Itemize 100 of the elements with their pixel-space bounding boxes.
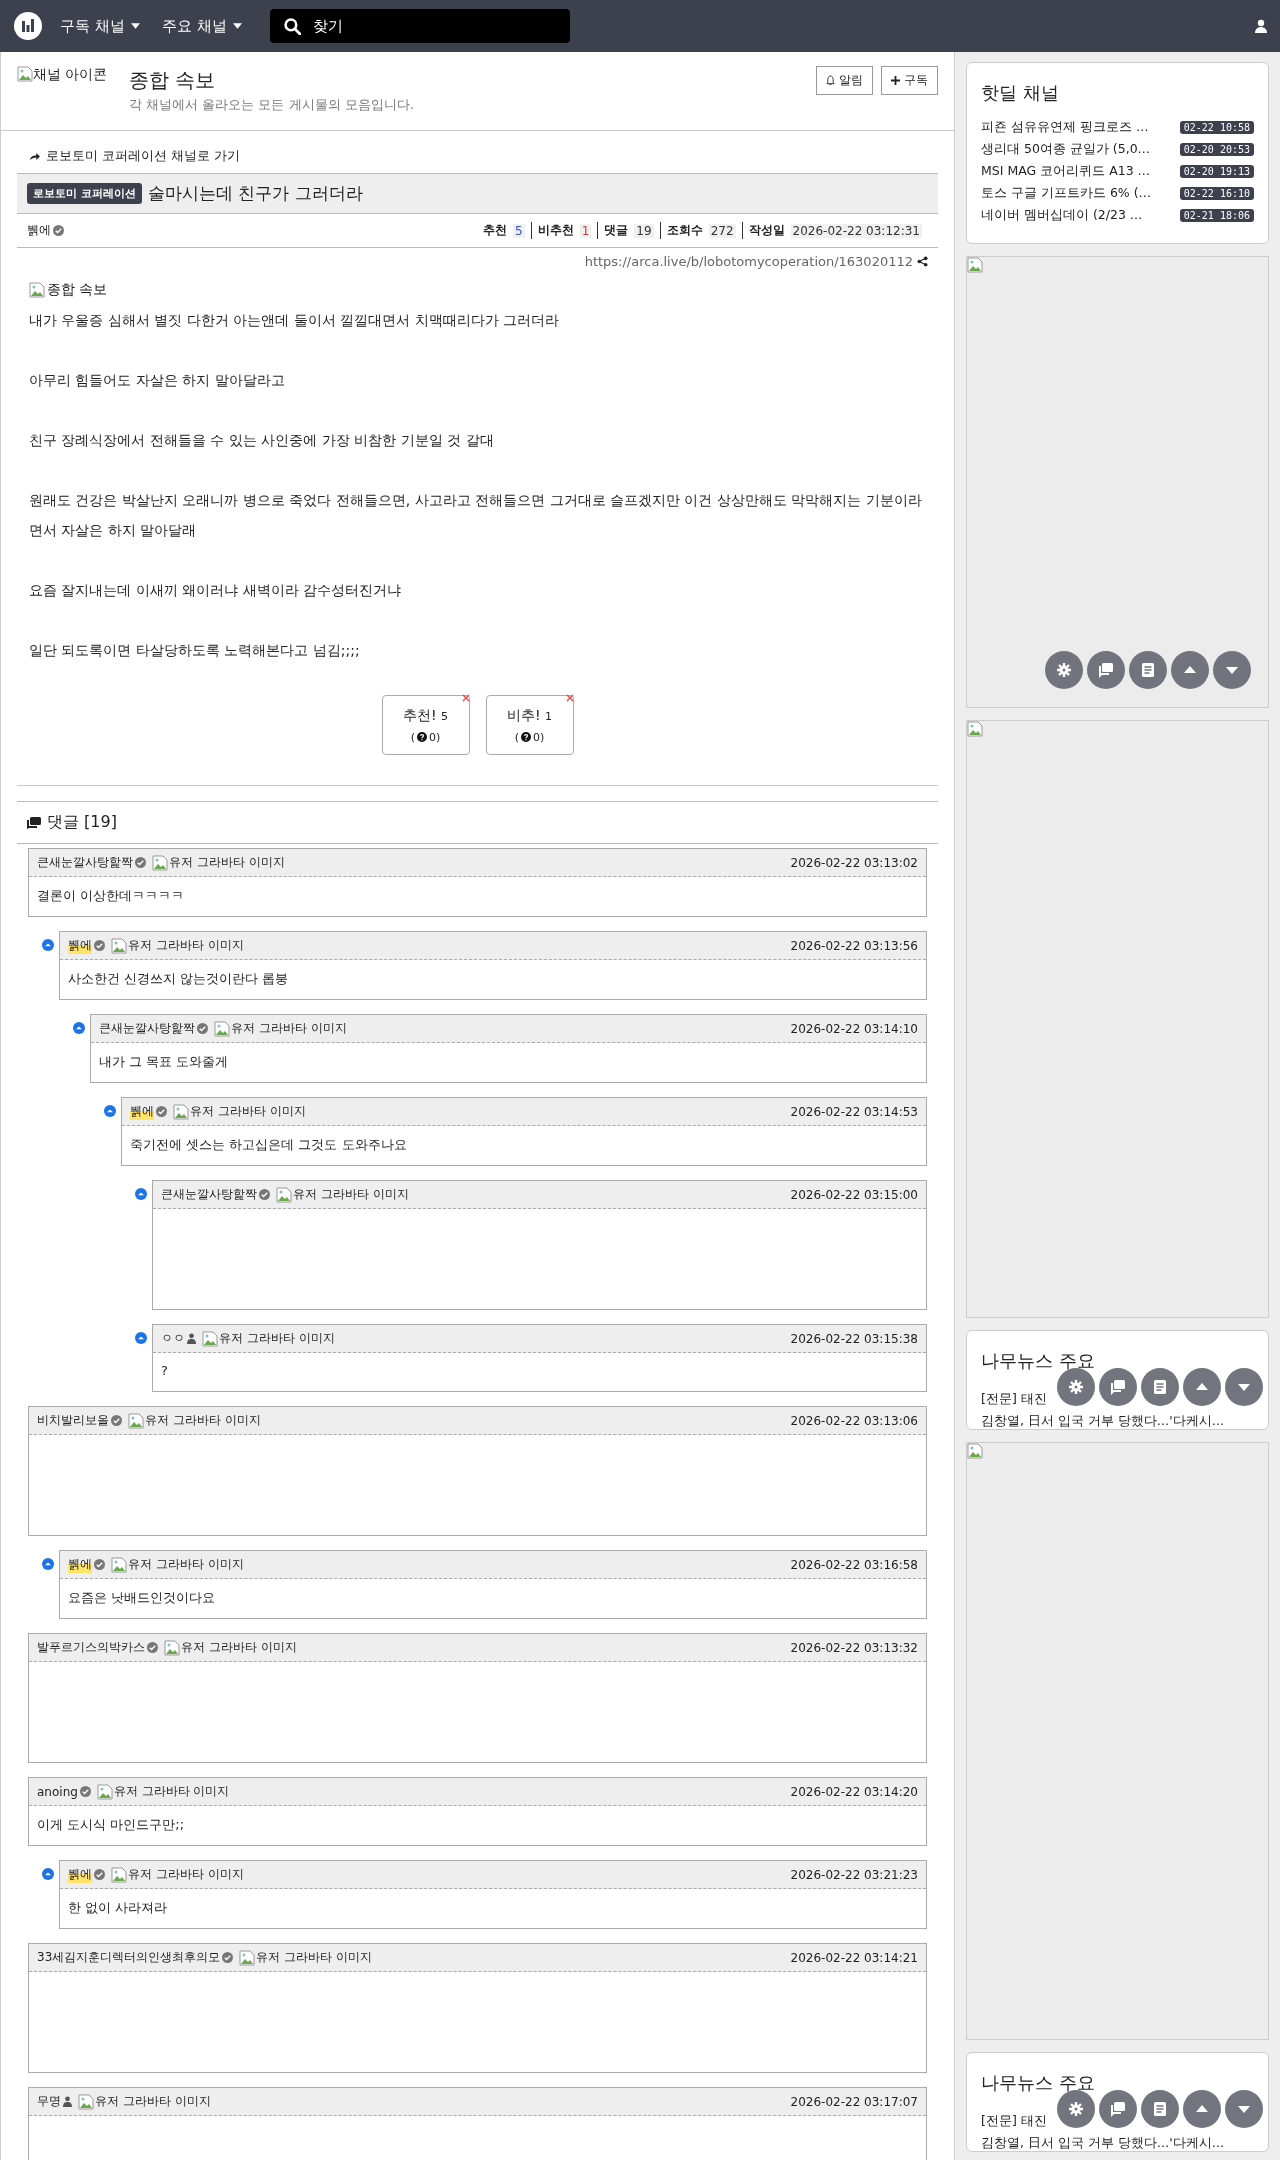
comment-author[interactable]: anoing [37,1784,78,1799]
broken-image-icon [111,1556,127,1573]
vote-button[interactable]: 추천! 5 ( 0) [381,695,470,755]
broken-image-icon [128,1412,144,1429]
deal-time-badge: 02-20 20:53 [1179,143,1254,156]
avatar-alt-text: 유저 그라바타 이미지 [190,1103,306,1120]
post-title: 술마시는데 친구가 그러더라 [147,182,363,205]
comment-time: 2026-02-22 03:13:56 [790,938,918,953]
comment-author[interactable]: 비치발리보올 [37,1412,109,1429]
avatar-alt-text: 유저 그라바타 이미지 [128,1556,244,1573]
deal-link[interactable]: 피죤 섬유유연제 핑크로즈 … [981,119,1149,136]
chat-button[interactable] [1087,651,1125,689]
scroll-down-button[interactable] [1225,1368,1263,1406]
scroll-up-button[interactable] [1171,651,1209,689]
avatar-alt-text: 유저 그라바타 이미지 [95,2093,211,2110]
list-icon [1152,2101,1168,2117]
bell-icon [826,75,835,86]
broken-image-icon [276,1186,292,1203]
channel-title: 종합 속보 [129,67,217,94]
channel-back-link[interactable]: 로보토미 코퍼레이션 채널로 가기 [17,143,938,173]
deal-link[interactable]: 토스 구글 기프트카드 6% (… [981,185,1152,202]
post-url-link[interactable]: https://arca.live/b/lobotomycoperation/163020112 [584,254,913,269]
collapse-icon[interactable] [42,939,54,951]
news-link[interactable]: 김창열, 日서 입국 거부 당했다…'다케시… [981,2134,1225,2151]
close-icon[interactable] [461,694,470,702]
settings-button[interactable] [1057,2090,1095,2128]
news-link[interactable]: 김창열, 日서 입국 거부 당했다…'다케시… [981,1412,1225,1429]
nav-menu-button[interactable]: 구독 채널 [56,16,144,36]
settings-icon [1068,2101,1084,2117]
settings-button[interactable] [1057,1368,1095,1406]
comment-author[interactable]: 큰새눈깔사탕핥짝 [99,1020,195,1037]
search-field[interactable]: 찾기 [312,11,556,41]
broken-image-icon [78,2093,94,2110]
avatar-alt-text: 유저 그라바타 이미지 [293,1186,409,1203]
collapse-icon[interactable] [104,1105,116,1117]
comment-text: 사소한건 신경쓰지 않는것이란다 롭붕 [67,970,290,988]
post-author[interactable]: 뷁에 [27,222,51,239]
comment-text: ? [160,1362,169,1380]
stat-label: 비추천 [537,222,574,239]
comment-time: 2026-02-22 03:17:07 [790,2094,918,2109]
card-title: 핫딜 채널 [981,81,1060,105]
deal-link[interactable]: 네이버 멤버십데이 (2/23 … [981,207,1143,224]
list-icon [1152,1379,1168,1395]
comment-author[interactable]: 무명 [37,2093,61,2110]
settings-button[interactable] [1045,651,1083,689]
search-box[interactable]: 찾기 [269,9,570,43]
comment-time: 2026-02-22 03:13:02 [790,855,918,870]
comment-author[interactable]: 발푸르기스의박카스 [37,1639,145,1656]
scroll-up-button[interactable] [1183,2090,1221,2128]
post-paragraph: 내가 우울증 심해서 별짓 다한거 아는앤데 둘이서 낄낄대면서 치맥때리다가 그러더라 [29,311,561,330]
list-button[interactable] [1141,1368,1179,1406]
news-link[interactable]: [전문] 태진 [981,2112,1047,2129]
comment-author[interactable]: 33세김지훈디렉터의인생최후의모 [37,1949,221,1966]
stat-label: 추천 [483,222,508,239]
collapse-icon[interactable] [73,1022,85,1034]
site-logo-icon[interactable] [14,12,42,40]
vote-button[interactable]: 비추! 1 ( 0) [485,695,574,755]
comments-icon [27,816,41,829]
deal-time-badge: 02-22 10:58 [1179,121,1254,134]
collapse-icon[interactable] [135,1188,147,1200]
plus-icon [891,76,900,85]
comment-author[interactable]: ㅇㅇ [161,1330,185,1347]
chat-button[interactable] [1099,1368,1137,1406]
user-icon[interactable] [1254,19,1268,33]
share-arrow-icon [29,151,40,161]
scroll-down-button[interactable] [1213,651,1251,689]
share-icon[interactable] [917,256,928,267]
scroll-up-button[interactable] [1183,1368,1221,1406]
stat-value: 5 [513,223,525,238]
avatar-alt-text: 유저 그라바타 이미지 [231,1020,347,1037]
scroll-down-button[interactable] [1225,2090,1263,2128]
chat-icon [1098,662,1114,678]
comment-author[interactable]: 큰새눈깔사탕핥짝 [37,854,133,871]
comment-text: 이게 도시식 마인드구만;; [36,1816,186,1834]
comment-text: 내가 그 목표 도와줄게 [98,1053,230,1071]
nav-menu-button[interactable]: 주요 채널 [157,16,246,36]
collapse-icon[interactable] [135,1332,147,1344]
chat-button[interactable] [1099,2090,1137,2128]
list-button[interactable] [1129,651,1167,689]
list-button[interactable] [1141,2090,1179,2128]
comment-text: 죽기전에 셋스는 하고십은데 그것도 도와주나요 [129,1136,408,1154]
deal-link[interactable]: 생리대 50여종 균일가 (5,0… [981,141,1151,158]
collapse-icon[interactable] [42,1868,54,1880]
avatar-alt-text: 유저 그라바타 이미지 [256,1949,372,1966]
deal-link[interactable]: MSI MAG 코어리퀴드 A13 … [981,163,1151,180]
avatar-alt-text: 유저 그라바타 이미지 [181,1639,297,1656]
notification-button[interactable]: 알림 [816,66,873,95]
broken-image-icon [111,1866,127,1883]
channel-badge[interactable]: 로보토미 코퍼레이션 [27,183,142,204]
collapse-icon[interactable] [42,1558,54,1570]
comment-time: 2026-02-22 03:15:00 [790,1187,918,1202]
stat-label: 작성일 [748,222,785,239]
channel-description: 각 채널에서 올라오는 모든 게시물의 모음입니다. [129,96,414,114]
close-icon[interactable] [565,694,574,702]
news-link[interactable]: [전문] 태진 [981,1390,1047,1407]
settings-icon [1068,1379,1084,1395]
avatar-alt-text: 유저 그라바타 이미지 [169,854,285,871]
subscribe-button[interactable]: 구독 [881,66,938,95]
comment-author[interactable]: 큰새눈깔사탕핥짝 [161,1186,257,1203]
chat-icon [1110,2101,1126,2117]
